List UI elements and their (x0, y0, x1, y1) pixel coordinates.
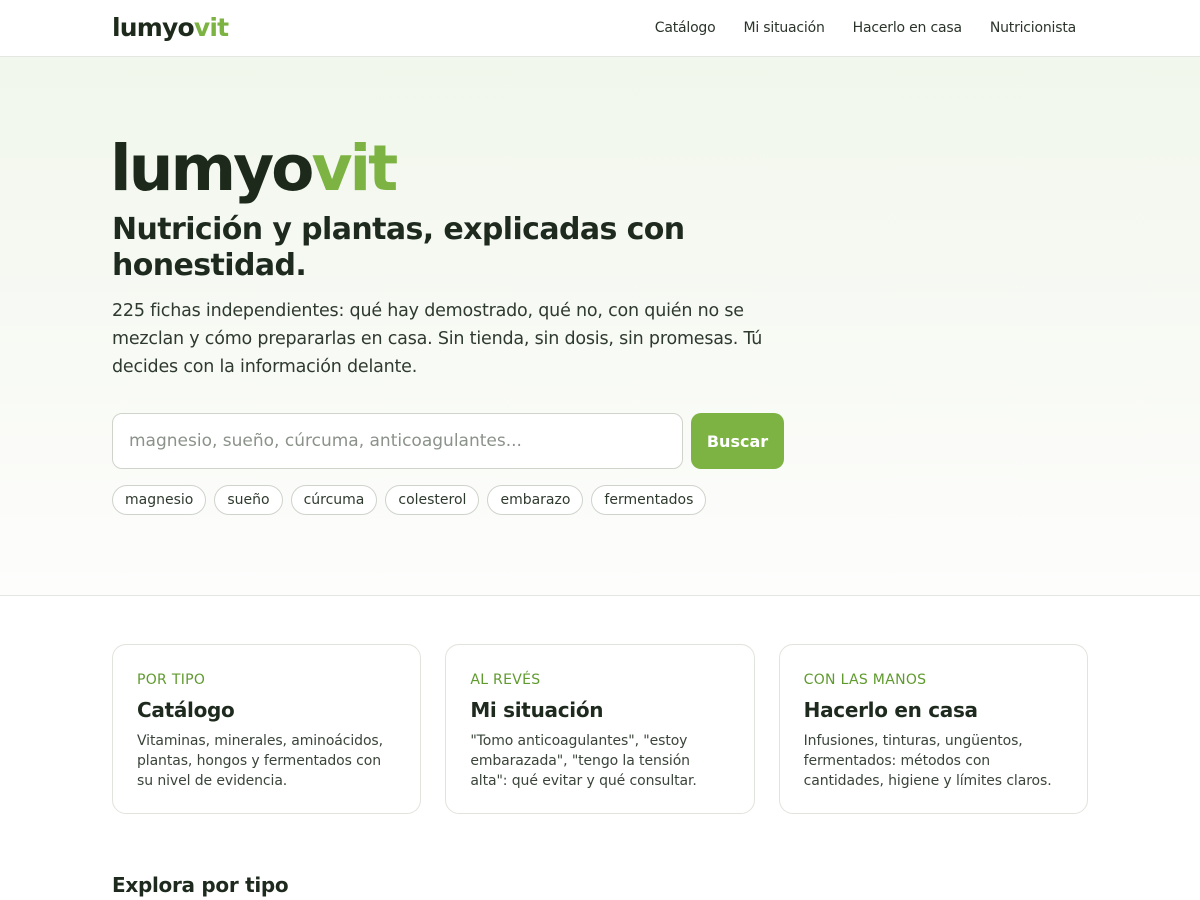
chip-magnesio[interactable]: magnesio (112, 485, 207, 515)
explore-section-title: Explora por tipo (112, 873, 289, 897)
card-description: Vitaminas, minerales, aminoácidos, plant… (137, 733, 383, 789)
nav-link-hacerlo-en-casa[interactable]: Hacerlo en casa (853, 17, 962, 39)
card-kicker: POR TIPO (137, 672, 206, 688)
main-nav: Catálogo Mi situación Hacerlo en casa Nu… (655, 17, 1076, 39)
hero-brand-main: lumyo (110, 132, 314, 205)
card-title: Mi situación (470, 698, 604, 722)
search-button[interactable]: Buscar (691, 413, 784, 469)
hero-description: 225 fichas independientes: qué hay demos… (112, 301, 763, 377)
chip-sueno[interactable]: sueño (214, 485, 283, 515)
nav-link-catalogo[interactable]: Catálogo (655, 17, 716, 39)
chip-fermentados[interactable]: fermentados (591, 485, 707, 515)
card-hacerlo-en-casa[interactable]: CON LAS MANOS Hacerlo en casa Infusiones… (778, 644, 1088, 814)
card-kicker: AL REVÉS (470, 672, 541, 688)
top-navigation-bar: lumyovit Catálogo Mi situación Hacerlo e… (0, 0, 1200, 57)
card-description: Infusiones, tinturas, ungüentos, ferment… (803, 733, 1052, 789)
chip-curcuma[interactable]: cúrcuma (290, 485, 378, 515)
hero-brand-accent: vit (311, 132, 398, 205)
card-title: Hacerlo en casa (803, 698, 978, 722)
chip-embarazo[interactable]: embarazo (487, 485, 584, 515)
chip-colesterol[interactable]: colesterol (385, 485, 480, 515)
nav-link-mi-situacion[interactable]: Mi situación (743, 17, 824, 39)
brand-logo-accent: vit (193, 13, 229, 42)
suggestion-chips: magnesio sueño cúrcuma colesterol embara… (112, 485, 707, 515)
feature-cards: POR TIPO Catálogo Vitaminas, minerales, … (112, 644, 1088, 814)
card-mi-situacion[interactable]: AL REVÉS Mi situación "Tomo anticoagulan… (445, 644, 755, 814)
card-kicker: CON LAS MANOS (803, 672, 927, 688)
search-input[interactable] (112, 413, 683, 469)
card-title: Catálogo (137, 698, 235, 722)
nav-link-nutricionista[interactable]: Nutricionista (990, 17, 1076, 39)
brand-logo-main: lumyo (112, 13, 195, 42)
hero-brand-wordmark: lumyovit (110, 129, 398, 209)
hero-section: lumyovit Nutrición y plantas, explicadas… (0, 57, 1200, 596)
hero-title: Nutrición y plantas, explicadas con hone… (112, 212, 685, 283)
card-catalogo[interactable]: POR TIPO Catálogo Vitaminas, minerales, … (112, 644, 422, 814)
card-description: "Tomo anticoagulantes", "estoy embarazad… (470, 733, 697, 789)
brand-logo-link[interactable]: lumyovit (112, 12, 229, 44)
